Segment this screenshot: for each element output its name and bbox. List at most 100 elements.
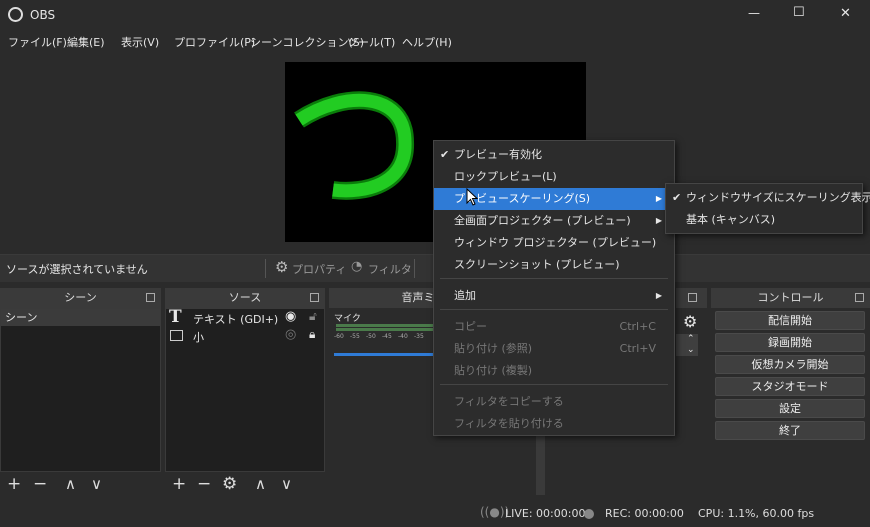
undock-icon[interactable] xyxy=(146,293,155,302)
transition-gear-icon[interactable]: ⚙ xyxy=(683,312,697,331)
meter-tick: -55 xyxy=(350,333,360,340)
exit-button[interactable]: 終了 xyxy=(715,421,865,440)
menu-item-window-projector[interactable]: ウィンドウ プロジェクター (プレビュー) xyxy=(434,232,674,254)
spinner-up-icon[interactable]: ⌃ xyxy=(687,334,695,344)
source-label: 小 xyxy=(193,331,204,344)
move-down-button[interactable]: ∨ xyxy=(91,470,102,498)
menu-help[interactable]: ヘルプ(H) xyxy=(402,34,452,50)
menu-item-copy: コピー Ctrl+C xyxy=(434,316,674,338)
volume-slider[interactable] xyxy=(334,353,434,356)
preview-scaling-submenu: ✔ ウィンドウサイズにスケーリング表示 基本 (キャンバス) xyxy=(665,183,870,234)
window-title: OBS xyxy=(30,8,56,22)
close-button[interactable]: ✕ xyxy=(840,6,851,21)
settings-button[interactable]: 設定 xyxy=(715,399,865,418)
move-up-button[interactable]: ∧ xyxy=(65,470,76,498)
scenes-dock: シーン シーン + − ∧ ∨ xyxy=(0,288,161,498)
controls-title: コントロール xyxy=(711,288,870,308)
gear-icon: ⚙ xyxy=(275,258,289,276)
source-label: テキスト (GDI+) xyxy=(193,313,279,326)
title-bar: OBS — ☐ ✕ xyxy=(0,0,870,30)
add-source-button[interactable]: + xyxy=(172,470,186,498)
menu-item-fullscreen-projector[interactable]: 全画面プロジェクター (プレビュー) ▶ xyxy=(434,210,674,232)
menu-file[interactable]: ファイル(F) xyxy=(8,34,67,50)
menu-item-paste-filters: フィルタを貼り付ける xyxy=(454,417,564,430)
start-recording-button[interactable]: 録画開始 xyxy=(715,333,865,352)
menu-item-paste-duplicate: 貼り付け (複製) xyxy=(454,364,533,377)
meter-tick: -60 xyxy=(334,333,344,340)
menu-separator xyxy=(440,309,668,310)
obs-logo-icon xyxy=(8,7,23,22)
divider xyxy=(265,259,266,278)
lock-icon[interactable]: 🔒︎ xyxy=(309,327,315,342)
start-streaming-button[interactable]: 配信開始 xyxy=(715,311,865,330)
window-source-icon xyxy=(170,330,183,341)
undock-icon[interactable] xyxy=(310,293,319,302)
check-icon: ✔ xyxy=(672,191,682,204)
start-virtual-camera-button[interactable]: 仮想カメラ開始 xyxy=(715,355,865,374)
menu-view[interactable]: 表示(V) xyxy=(121,34,159,50)
cpu-status: CPU: 1.1%, 60.00 fps xyxy=(698,507,815,520)
meter-tick: -35 xyxy=(414,333,424,340)
hidden-icon[interactable]: ◎ xyxy=(285,327,296,342)
menu-separator xyxy=(440,384,668,385)
menu-item-scale-to-window[interactable]: ✔ ウィンドウサイズにスケーリング表示 xyxy=(666,187,870,209)
sources-list: T テキスト (GDI+) ◉ 🔓︎ 小 ◎ 🔒︎ xyxy=(165,307,325,472)
sources-title: ソース xyxy=(165,288,325,308)
scenes-toolbar: + − ∧ ∨ xyxy=(0,472,161,498)
preview-context-menu: ✔ プレビュー有効化 ロックプレビュー(L) プレビュースケーリング(S) ▶ … xyxy=(433,140,675,436)
unlocked-icon[interactable]: 🔓︎ xyxy=(309,309,317,324)
menu-separator xyxy=(440,278,668,279)
channel-name: マイク xyxy=(334,314,361,324)
scenes-list: シーン xyxy=(0,308,161,472)
maximize-button[interactable]: ☐ xyxy=(793,5,805,20)
minimize-button[interactable]: — xyxy=(748,6,760,20)
properties-button[interactable]: プロパティ xyxy=(292,261,346,277)
menu-tools[interactable]: ツール(T) xyxy=(347,34,395,50)
scenes-title: シーン xyxy=(0,288,161,308)
move-up-button[interactable]: ∧ xyxy=(255,470,266,498)
meter-tick: -50 xyxy=(366,333,376,340)
sources-dock: ソース T テキスト (GDI+) ◉ 🔓︎ 小 ◎ 🔒︎ + − ⚙ ∧ ∨ xyxy=(165,288,325,498)
shortcut-label: Ctrl+V xyxy=(619,342,656,355)
visibility-icon[interactable]: ◉ xyxy=(285,309,296,324)
submenu-arrow-icon: ▶ xyxy=(655,291,662,300)
rec-icon xyxy=(584,509,594,519)
remove-scene-button[interactable]: − xyxy=(33,470,47,498)
meter-tick: -40 xyxy=(398,333,408,340)
menu-item-add[interactable]: 追加 ▶ xyxy=(434,285,674,307)
undock-icon[interactable] xyxy=(688,293,697,302)
move-down-button[interactable]: ∨ xyxy=(281,470,292,498)
live-status: LIVE: 00:00:00 xyxy=(505,507,586,520)
rec-status: REC: 00:00:00 xyxy=(605,507,684,520)
spinner-down-icon[interactable]: ⌄ xyxy=(687,345,695,355)
mouse-cursor-icon xyxy=(466,188,478,206)
menu-item-screenshot[interactable]: スクリーンショット (プレビュー) xyxy=(434,254,674,276)
remove-source-button[interactable]: − xyxy=(197,470,211,498)
status-bar: ((●)) LIVE: 00:00:00 REC: 00:00:00 CPU: … xyxy=(0,500,870,527)
menu-item-copy-filters: フィルタをコピーする xyxy=(454,395,564,408)
menu-bar: ファイル(F) 編集(E) 表示(V) プロファイル(P) シーンコレクション(… xyxy=(0,30,870,52)
scene-item[interactable]: シーン xyxy=(1,309,160,326)
source-item[interactable]: 小 ◎ 🔒︎ xyxy=(166,327,324,345)
source-item[interactable]: T テキスト (GDI+) ◉ 🔓︎ xyxy=(166,307,324,327)
menu-profile[interactable]: プロファイル(P) xyxy=(174,34,255,50)
menu-item-lock-preview[interactable]: ロックプレビュー(L) xyxy=(434,166,674,188)
undock-icon[interactable] xyxy=(855,293,864,302)
menu-item-enable-preview[interactable]: ✔ プレビュー有効化 xyxy=(434,144,674,166)
menu-item-paste-reference: 貼り付け (参照) Ctrl+V xyxy=(434,338,674,360)
menu-edit[interactable]: 編集(E) xyxy=(67,34,105,50)
submenu-arrow-icon: ▶ xyxy=(655,194,662,203)
source-properties-button[interactable]: ⚙ xyxy=(222,470,237,498)
meter-tick: -45 xyxy=(382,333,392,340)
filters-button[interactable]: フィルタ xyxy=(368,261,412,277)
check-icon: ✔ xyxy=(440,148,450,161)
text-source-icon: T xyxy=(169,307,182,327)
transitions-dock: ⚙ ⌃ ⌄ xyxy=(676,288,707,498)
studio-mode-button[interactable]: スタジオモード xyxy=(715,377,865,396)
volume-meter xyxy=(336,328,436,331)
sources-toolbar: + − ⚙ ∧ ∨ xyxy=(165,472,325,498)
menu-item-canvas-base[interactable]: 基本 (キャンバス) xyxy=(666,209,862,231)
filter-icon: ◔ xyxy=(351,259,363,274)
add-scene-button[interactable]: + xyxy=(7,470,21,498)
volume-meter xyxy=(336,324,436,327)
